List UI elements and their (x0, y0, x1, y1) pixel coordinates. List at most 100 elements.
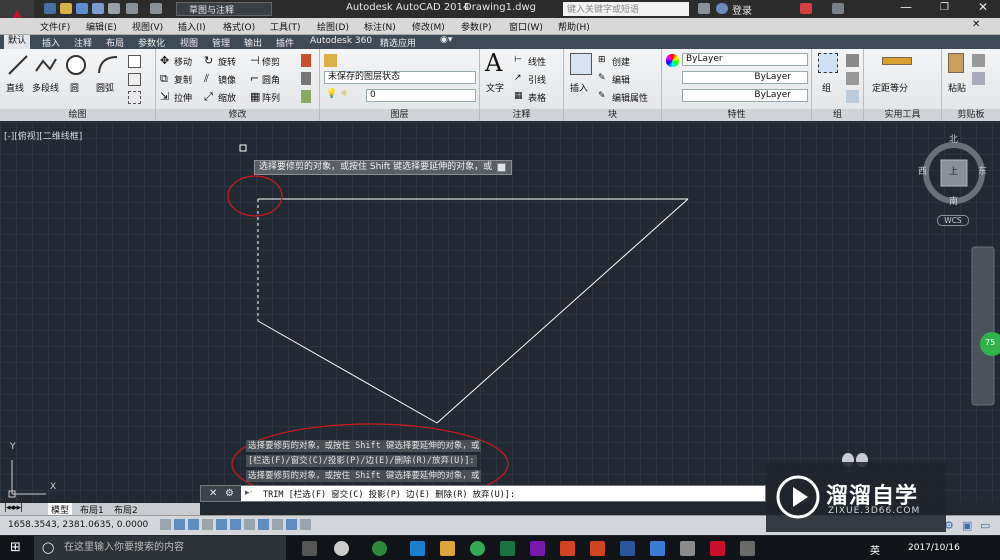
edge-icon[interactable] (410, 541, 425, 556)
chrome-icon[interactable] (470, 541, 485, 556)
line-label[interactable]: 直线 (6, 81, 24, 94)
word-icon[interactable] (620, 541, 635, 556)
explode-icon[interactable] (301, 72, 311, 85)
coordinate-readout[interactable]: 1658.3543, 2381.0635, 0.0000 (8, 520, 148, 530)
ortho-toggle-icon[interactable] (202, 519, 213, 530)
circle-icon[interactable] (64, 53, 88, 77)
layer-properties-icon[interactable] (324, 54, 337, 67)
menu-edit[interactable]: 编辑(E) (86, 20, 117, 33)
current-layer-select[interactable]: 0 (366, 89, 476, 102)
help-icon[interactable] (832, 3, 844, 14)
linetype-select[interactable]: ByLayer (682, 71, 808, 84)
copy-button[interactable]: 复制 (174, 73, 192, 86)
erase-icon[interactable] (301, 54, 311, 67)
offset-icon[interactable] (301, 90, 311, 103)
app-pinwheel-icon[interactable] (334, 541, 349, 556)
polyline-icon[interactable] (34, 53, 58, 77)
minimize-button[interactable]: — (900, 0, 912, 14)
app-blue-icon[interactable] (650, 541, 665, 556)
taskbar-search[interactable]: 在这里输入你要搜索的内容 (34, 536, 286, 560)
wcs-menu[interactable]: WCS (937, 215, 969, 226)
navigation-bar[interactable] (971, 246, 995, 406)
exchange-icon[interactable] (800, 3, 812, 14)
layer-on-icon[interactable]: 💡 (326, 89, 337, 99)
text-icon[interactable]: A (485, 49, 502, 77)
measure-icon[interactable] (882, 57, 912, 65)
close-command-icon[interactable]: ✕ (209, 488, 217, 499)
menu-view[interactable]: 视图(V) (132, 20, 163, 33)
text-label[interactable]: 文字 (486, 81, 504, 94)
menu-close-icon[interactable]: ✕ (972, 19, 980, 30)
menu-window[interactable]: 窗口(W) (509, 20, 543, 33)
lock-icon[interactable]: ▣ (962, 519, 972, 532)
menu-tools[interactable]: 工具(T) (270, 20, 301, 33)
save-icon[interactable] (76, 3, 88, 14)
task-view-icon[interactable] (302, 541, 317, 556)
autocad-task-icon[interactable] (710, 541, 725, 556)
mirror-button[interactable]: 镜像 (218, 73, 236, 86)
menu-parametric[interactable]: 参数(P) (461, 20, 491, 33)
tab-view[interactable]: 视图 (180, 36, 198, 49)
saveas-icon[interactable] (92, 3, 104, 14)
otrack-toggle-icon[interactable] (244, 519, 255, 530)
print-icon[interactable] (108, 3, 120, 14)
grid-toggle-icon[interactable] (188, 519, 199, 530)
app-media-icon[interactable] (372, 541, 387, 556)
menu-modify[interactable]: 修改(M) (412, 20, 445, 33)
clean-screen-icon[interactable]: ▭ (980, 519, 990, 532)
panel-annotation-label[interactable]: 注释 (480, 109, 563, 121)
user-icon[interactable] (716, 3, 728, 14)
copy-clip-icon[interactable] (972, 72, 985, 85)
ime-indicator[interactable]: 英 (870, 542, 880, 557)
app-dark-icon[interactable] (740, 541, 755, 556)
measure-label[interactable]: 定距等分 (872, 81, 908, 94)
group-icon[interactable] (818, 53, 838, 73)
menu-help[interactable]: 帮助(H) (558, 20, 590, 33)
drawing-viewport[interactable]: 北 南 东 西 上 WCS 75 Y X (0, 122, 1000, 502)
undo-icon[interactable] (126, 3, 138, 14)
tab-plugins[interactable]: 插件 (276, 36, 294, 49)
arc-label[interactable]: 圆弧 (96, 81, 114, 94)
lwt-toggle-icon[interactable] (286, 519, 297, 530)
layer-state-select[interactable]: 未保存的图层状态 (324, 71, 476, 84)
infer-toggle-icon[interactable] (160, 519, 171, 530)
ppt-icon[interactable] (560, 541, 575, 556)
move-button[interactable]: 移动 (174, 55, 192, 68)
boundary-icon[interactable] (128, 91, 141, 104)
edit-attr-button[interactable]: 编辑属性 (612, 91, 648, 104)
color-select[interactable]: ByLayer (682, 53, 808, 66)
color-wheel-icon[interactable] (666, 54, 679, 67)
layer-freeze-icon[interactable]: ☼ (340, 89, 348, 99)
trim-button[interactable]: 修剪 (262, 55, 280, 68)
close-button[interactable]: ✕ (978, 0, 988, 14)
lineweight-select[interactable]: ByLayer (682, 89, 808, 102)
edit-button[interactable]: 编辑 (612, 73, 630, 86)
hatch-icon[interactable] (128, 73, 141, 86)
tab-autodesk-360[interactable]: Autodesk 360 (310, 36, 372, 46)
paste-label[interactable]: 粘贴 (948, 81, 966, 94)
osnap-toggle-icon[interactable] (230, 519, 241, 530)
customize-command-icon[interactable]: ⚙ (225, 488, 234, 499)
menu-draw[interactable]: 绘图(D) (317, 20, 349, 33)
viewcube-south[interactable]: 南 (949, 194, 958, 207)
app-grey-icon[interactable] (680, 541, 695, 556)
login-link[interactable]: 登录 (732, 2, 752, 17)
restore-button[interactable]: ❐ (940, 2, 949, 13)
cortana-icon[interactable]: ◯ (42, 541, 54, 554)
cut-icon[interactable] (972, 54, 985, 67)
command-line[interactable]: ✕ ⚙ ▸· TRIM [栏选(F) 窗交(C) 投影(P) 边(E) 删除(R… (200, 485, 766, 502)
workspace-select[interactable]: 草图与注释 (176, 2, 272, 16)
tab-overflow-icon[interactable]: ◉▾ (440, 35, 452, 45)
tab-parametric[interactable]: 参数化 (138, 36, 165, 49)
command-input[interactable]: TRIM [栏选(F) 窗交(C) 投影(P) 边(E) 删除(R) 放弃(U)… (263, 488, 515, 500)
group-select-icon[interactable] (846, 90, 859, 103)
polygon-edge-bottom[interactable] (257, 320, 438, 424)
panel-clipboard-label[interactable]: 剪贴板 (942, 109, 1000, 121)
tab-manage[interactable]: 管理 (212, 36, 230, 49)
new-icon[interactable] (44, 3, 56, 14)
taskbar-clock[interactable]: 2017/10/16 (908, 543, 960, 553)
rectangle-icon[interactable] (128, 55, 141, 68)
tab-annotate[interactable]: 注释 (74, 36, 92, 49)
panel-properties-label[interactable]: 特性 (662, 109, 811, 121)
open-icon[interactable] (60, 3, 72, 14)
